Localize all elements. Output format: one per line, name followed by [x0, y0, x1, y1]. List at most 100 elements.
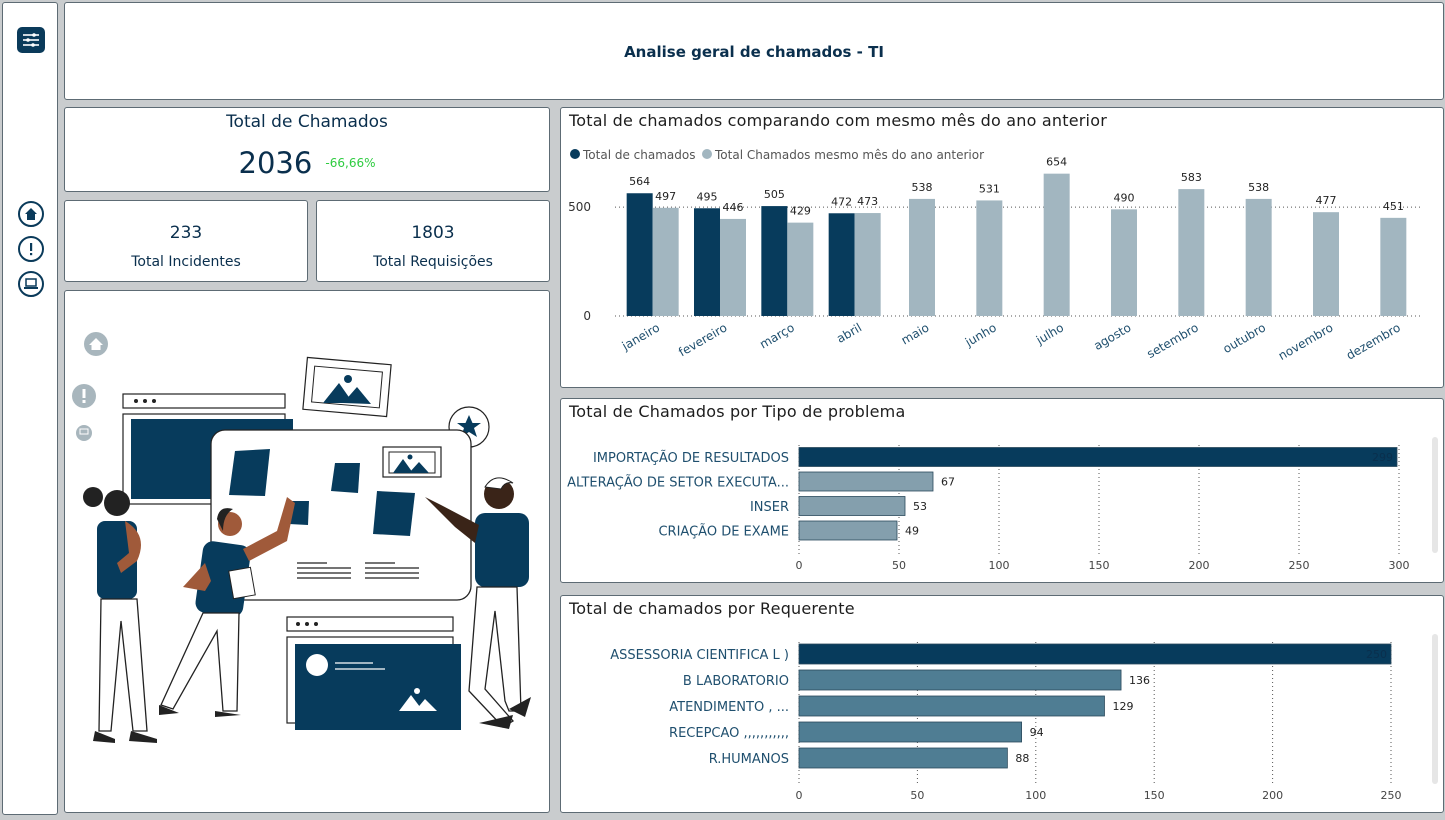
x-tick-label: 0: [796, 789, 803, 802]
scrollbar-track: [1432, 634, 1438, 784]
kpi-total-label: Total de Chamados: [226, 112, 388, 132]
kpi-total-delta: -66,66%: [325, 156, 376, 170]
data-label-total: 564: [629, 175, 650, 188]
bar-total: [626, 193, 653, 316]
data-label-total: 495: [697, 190, 718, 203]
data-label: 299: [1372, 451, 1393, 464]
bar-anterior: [1380, 217, 1407, 316]
y-tick-label: 0: [583, 309, 591, 323]
bar: [798, 520, 898, 541]
kpi-incidentes-value: 233: [169, 223, 203, 243]
bar-anterior: [652, 207, 679, 316]
data-label: 53: [913, 500, 927, 513]
alert-icon[interactable]: [18, 236, 44, 262]
laptop-icon: [76, 425, 92, 441]
x-tick-label: 50: [910, 789, 924, 802]
category-label: R.HUMANOS: [709, 752, 789, 767]
x-tick-label: 250: [1289, 559, 1310, 572]
bar: [798, 747, 1008, 769]
category-label: B LABORATORIO: [683, 674, 789, 689]
data-label-anterior: 497: [655, 190, 676, 203]
kpi-requisicoes-value: 1803: [411, 223, 455, 243]
category-label: ALTERAÇÃO DE SETOR EXECUTA...: [567, 475, 789, 491]
sliders-icon[interactable]: [17, 27, 45, 53]
data-label: 250: [1366, 648, 1387, 661]
data-label: 49: [905, 525, 919, 538]
kpi-requisicoes-label: Total Requisições: [373, 254, 493, 270]
legend-label-anterior: Total Chamados mesmo mês do ano anterior: [714, 148, 984, 162]
data-label-anterior: 583: [1181, 171, 1202, 184]
bar: [798, 669, 1122, 691]
x-tick-label: março: [757, 320, 797, 351]
kpi-total-value: 2036: [238, 146, 313, 180]
x-tick-label: 300: [1389, 559, 1410, 572]
bar-anterior: [1178, 189, 1205, 316]
data-label-anterior: 451: [1383, 200, 1404, 213]
bar: [798, 471, 934, 492]
sidebar: [2, 2, 58, 815]
bar-total: [694, 208, 720, 316]
home-icon[interactable]: [18, 201, 44, 227]
tipo-chart: 0 50 100 150 200 250 300 IMPORTAÇÃO DE RESULTAD…: [567, 437, 1438, 572]
x-tick-label: maio: [899, 320, 932, 347]
data-label-total: 472: [831, 195, 852, 208]
monthly-chart: Total de chamados Total Chamados mesmo mê…: [568, 148, 1423, 363]
illustration-panel: [64, 290, 550, 813]
x-tick-label: 250: [1381, 789, 1402, 802]
tipo-chart-panel: Total de Chamados por Tipo de problema 0…: [560, 398, 1444, 583]
x-tick-label: abril: [834, 320, 864, 345]
x-tick-label: novembro: [1276, 320, 1336, 362]
scrollbar-track: [1432, 437, 1438, 553]
x-tick-label: 150: [1089, 559, 1110, 572]
data-label-anterior: 538: [912, 181, 933, 194]
data-label-anterior: 531: [979, 182, 1000, 195]
bar-total: [828, 213, 855, 316]
y-tick-label: 500: [568, 200, 591, 214]
x-tick-label: 100: [989, 559, 1010, 572]
category-label: ASSESSORIA CIENTIFICA L ): [610, 648, 789, 663]
x-tick-label: 100: [1025, 789, 1046, 802]
x-tick-label: julho: [1033, 320, 1066, 347]
data-label-anterior: 654: [1046, 156, 1067, 169]
legend-label-total: Total de chamados: [582, 148, 695, 162]
data-label: 129: [1112, 700, 1133, 713]
x-tick-label: janeiro: [619, 320, 662, 353]
bar-anterior: [976, 200, 1003, 316]
bar: [798, 695, 1105, 717]
kpi-total-card: Total de Chamados 2036 -66,66%: [64, 107, 550, 192]
kpi-requisicoes-card: 1803 Total Requisições: [316, 200, 550, 282]
header-panel: Analise geral de chamados - TI: [64, 2, 1444, 100]
category-label: CRIAÇÃO DE EXAME: [658, 524, 789, 540]
x-tick-label: agosto: [1091, 320, 1133, 352]
kpi-incidentes-card: 233 Total Incidentes: [64, 200, 308, 282]
bar-anterior: [1043, 173, 1070, 316]
data-label-anterior: 473: [857, 195, 878, 208]
x-tick-label: 200: [1262, 789, 1283, 802]
data-label-anterior: 446: [723, 201, 744, 214]
bar: [798, 721, 1022, 743]
x-tick-label: 200: [1189, 559, 1210, 572]
page-title: Analise geral de chamados - TI: [624, 43, 884, 61]
x-tick-label: outubro: [1221, 320, 1269, 356]
data-label: 67: [941, 476, 955, 489]
bar-anterior: [1111, 209, 1137, 316]
bar-anterior: [854, 213, 881, 316]
x-tick-label: 50: [892, 559, 906, 572]
requerente-chart: 0 50 100 150 200 250 ASSESSORIA CIENTIFICA L )…: [610, 634, 1438, 802]
requerente-chart-panel: Total de chamados por Requerente 0 50 100 1…: [560, 595, 1444, 813]
bar-anterior: [909, 198, 935, 316]
x-tick-label: fevereiro: [676, 320, 729, 359]
data-label: 88: [1015, 752, 1029, 765]
data-label-anterior: 429: [790, 205, 811, 218]
data-label-anterior: 477: [1316, 194, 1337, 207]
data-label: 136: [1129, 674, 1150, 687]
laptop-icon[interactable]: [18, 271, 44, 297]
team-illustration: [72, 332, 531, 743]
kpi-total-row: 2036 -66,66%: [65, 146, 549, 180]
x-tick-label: dezembro: [1344, 320, 1403, 362]
category-label: IMPORTAÇÃO DE RESULTADOS: [593, 450, 789, 466]
x-tick-label: junho: [962, 320, 999, 349]
bar-anterior: [1313, 212, 1339, 316]
bar: [798, 447, 1398, 467]
bar: [798, 496, 906, 516]
